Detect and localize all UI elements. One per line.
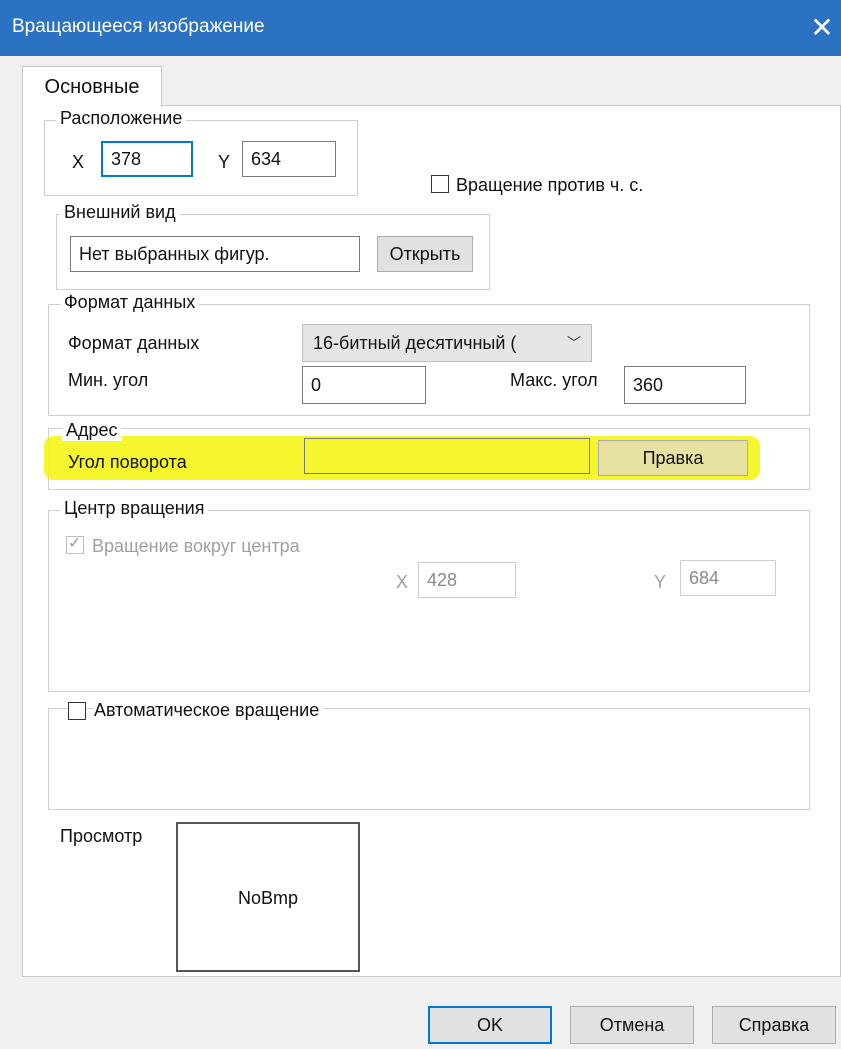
auto-rotation-checkbox[interactable] <box>68 702 86 720</box>
location-y-label: Y <box>218 152 231 172</box>
around-center-label: Вращение вокруг центра <box>92 536 300 556</box>
max-angle-input[interactable] <box>624 366 746 404</box>
address-legend: Адрес <box>62 420 122 441</box>
window-title: Вращающееся изображение <box>12 16 265 37</box>
max-angle-label: Макс. угол <box>510 370 598 390</box>
data-format-select[interactable]: 16-битный десятичный ( ﹀ <box>302 324 592 362</box>
min-angle-input[interactable] <box>302 366 426 404</box>
data-format-value: 16-битный десятичный ( <box>313 333 517 353</box>
open-button[interactable]: Открыть <box>377 236 473 272</box>
data-format-legend: Формат данных <box>60 292 200 313</box>
around-center-checkbox[interactable]: ✓ <box>66 535 84 554</box>
rotation-angle-input[interactable] <box>304 438 590 474</box>
preview-box: NoBmp <box>176 822 360 972</box>
preview-label: Просмотр <box>60 826 143 846</box>
appearance-legend: Внешний вид <box>60 202 180 223</box>
rotation-center-legend: Центр вращения <box>60 498 209 519</box>
auto-rotation-group <box>48 708 810 810</box>
center-y-label: Y <box>654 572 667 592</box>
location-y-input[interactable] <box>242 141 336 177</box>
location-x-label: X <box>72 152 85 172</box>
cancel-button[interactable]: Отмена <box>570 1006 694 1044</box>
close-button[interactable]: ✕ <box>803 8 841 48</box>
rotation-angle-label: Угол поворота <box>68 452 187 472</box>
auto-rotation-label: Автоматическое вращение <box>94 700 324 721</box>
chevron-down-icon: ﹀ <box>567 335 581 351</box>
data-format-label: Формат данных <box>68 333 200 353</box>
min-angle-label: Мин. угол <box>68 370 149 390</box>
center-x-label: X <box>396 572 409 592</box>
rotate-ccw-checkbox[interactable] <box>431 175 449 193</box>
close-icon: ✕ <box>810 12 834 43</box>
location-legend: Расположение <box>56 108 187 129</box>
shape-field[interactable] <box>70 236 360 272</box>
check-icon: ✓ <box>68 535 82 552</box>
ok-button[interactable]: OK <box>428 1006 552 1044</box>
preview-content: NoBmp <box>237 888 299 908</box>
center-x-input[interactable] <box>418 562 516 598</box>
center-y-input[interactable] <box>680 560 776 596</box>
location-x-input[interactable] <box>101 141 193 177</box>
rotate-ccw-label: Вращение против ч. с. <box>456 175 644 195</box>
edit-button[interactable]: Правка <box>598 440 748 476</box>
tab-main[interactable]: Основные <box>22 66 162 107</box>
help-button[interactable]: Справка <box>712 1006 836 1044</box>
